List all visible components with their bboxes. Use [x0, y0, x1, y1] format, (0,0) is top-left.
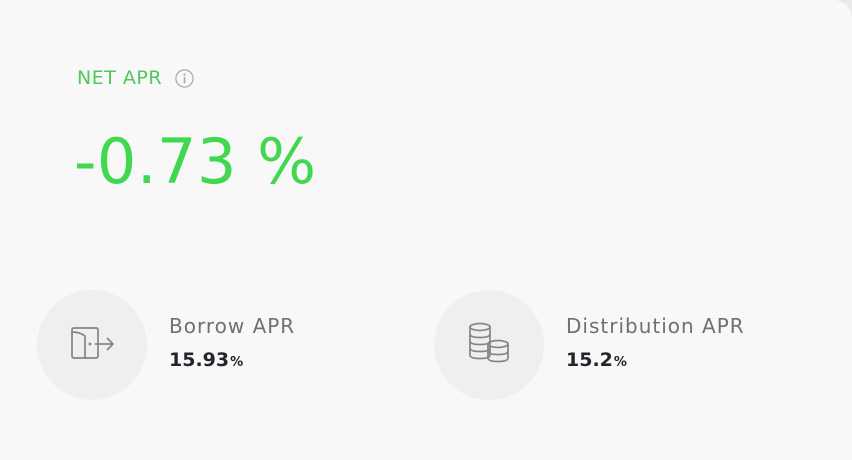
distribution-apr-stat: Distribution APR 15.2% [434, 290, 745, 400]
wallet-export-icon [66, 323, 118, 367]
borrow-apr-unit: % [230, 355, 244, 370]
distribution-icon-circle [434, 290, 544, 400]
borrow-apr-stat: Borrow APR 15.93% [37, 290, 295, 400]
net-apr-label: NET APR [77, 67, 163, 89]
borrow-icon-circle [37, 290, 147, 400]
distribution-apr-unit: % [613, 355, 627, 370]
borrow-apr-value-row: 15.93% [169, 348, 295, 375]
net-apr-value: -0.73 % [74, 125, 317, 198]
net-apr-header: NET APR [77, 66, 194, 90]
distribution-apr-label: Distribution APR [566, 314, 745, 338]
borrow-apr-label: Borrow APR [169, 314, 296, 338]
distribution-apr-value-row: 15.2% [566, 348, 745, 375]
net-apr-card: NET APR -0.73 % Borrow APR 15.93% Distri… [0, 0, 852, 460]
distribution-apr-value: 15.2 [566, 349, 613, 371]
coins-stack-icon [465, 320, 513, 370]
info-circle-icon[interactable] [175, 68, 194, 88]
borrow-apr-value: 15.93 [169, 349, 230, 371]
borrow-apr-text: Borrow APR 15.93% [169, 313, 295, 375]
distribution-apr-text: Distribution APR 15.2% [566, 313, 745, 375]
